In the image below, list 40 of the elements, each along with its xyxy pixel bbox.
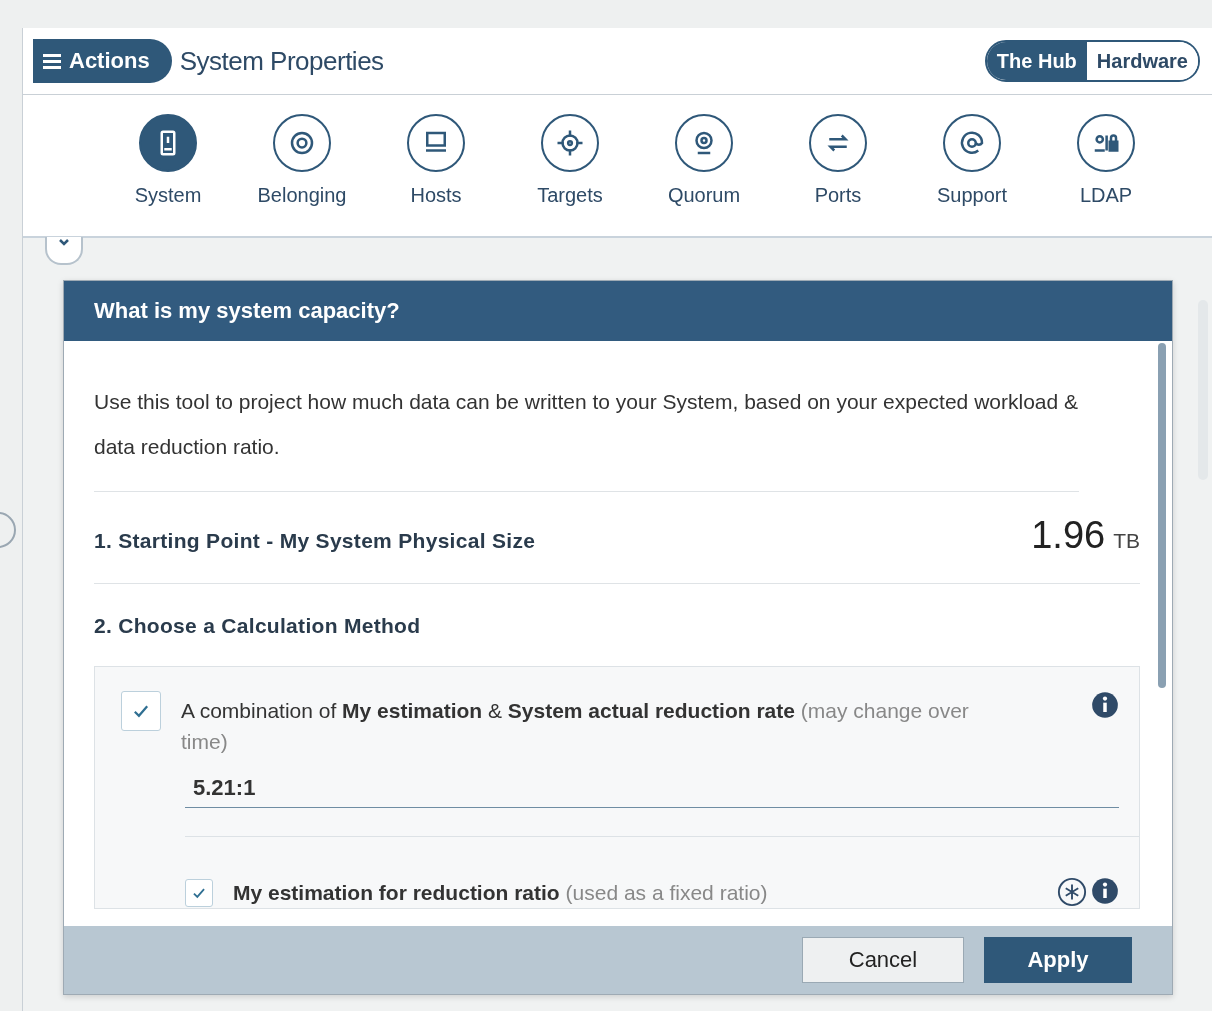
nav-tab[interactable]: Belonging	[235, 95, 369, 236]
nav-tab[interactable]: Quorum	[637, 95, 771, 236]
section-heading: 1. Starting Point - My System Physical Size	[94, 529, 536, 553]
nav-tab[interactable]: Support	[905, 95, 1039, 236]
checkbox[interactable]	[121, 691, 161, 731]
size-unit: TB	[1113, 529, 1140, 552]
nav-tab[interactable]: Targets	[503, 95, 637, 236]
toggle-option[interactable]: The Hub	[986, 42, 1087, 80]
dialog-title: What is my system capacity?	[94, 298, 400, 324]
actions-button[interactable]: Actions	[33, 39, 172, 83]
info-icon[interactable]	[1091, 877, 1119, 905]
ratio-input[interactable]: 5.21:1	[185, 769, 1119, 808]
intro-text: Use this tool to project how much data can be written to your System, based on your expected workload & data reduction ratio.	[94, 341, 1079, 492]
crosshair-icon	[555, 128, 585, 158]
page-title: System Properties	[179, 45, 384, 77]
cancel-button[interactable]: Cancel	[802, 937, 964, 983]
nav-tab[interactable]: System	[101, 95, 235, 236]
info-icon[interactable]	[1091, 691, 1119, 719]
menu-icon	[43, 52, 61, 70]
section-heading: 2. Choose a Calculation Method	[94, 614, 421, 637]
nav-tab[interactable]: Ports	[771, 95, 905, 236]
tab-label: LDAP	[1079, 184, 1133, 207]
option-label: My estimation for reduction ratio (used as a fixed ratio)	[233, 880, 769, 906]
tab-label: Ports	[814, 184, 862, 207]
scrollbar[interactable]	[1158, 343, 1166, 688]
nav-tab[interactable]: LDAP	[1039, 95, 1173, 236]
collapse-handle[interactable]	[45, 237, 83, 265]
apply-button[interactable]: Apply	[984, 937, 1132, 983]
tab-label: Quorum	[667, 184, 741, 207]
tab-label: Belonging	[257, 184, 347, 207]
asterisk-icon[interactable]	[1057, 877, 1087, 907]
tab-label: Targets	[537, 184, 603, 207]
size-value: 1.96	[1031, 514, 1106, 556]
chevron-down-icon	[58, 237, 70, 247]
tab-label: Hosts	[410, 184, 462, 207]
tab-label: System	[134, 184, 202, 207]
tab-label: Support	[936, 184, 1008, 207]
option-label: A combination of My estimation & System actual reduction rate (may change over time)	[181, 698, 970, 755]
checkbox[interactable]	[185, 879, 213, 907]
nav-tab[interactable]: Hosts	[369, 95, 503, 236]
